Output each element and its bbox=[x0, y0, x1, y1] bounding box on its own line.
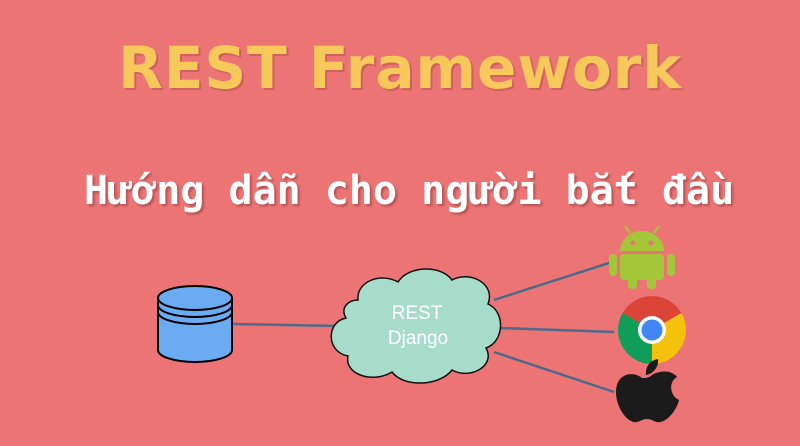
connector-database-cloud bbox=[231, 322, 339, 328]
chrome-icon bbox=[618, 296, 686, 364]
connector-cloud-android bbox=[493, 260, 613, 302]
connector-cloud-apple bbox=[493, 350, 615, 394]
diagram-canvas: REST Framework Hướng dẫn cho người bắt đ… bbox=[0, 0, 800, 446]
connector-cloud-chrome bbox=[499, 326, 615, 334]
cloud-label-rest: REST bbox=[392, 303, 443, 324]
cloud-label-django: Django bbox=[388, 328, 448, 349]
database-icon bbox=[157, 285, 233, 363]
rest-django-cloud: REST Django bbox=[330, 268, 502, 384]
architecture-diagram: REST Django bbox=[157, 225, 686, 423]
android-icon bbox=[609, 225, 675, 289]
apple-icon bbox=[616, 359, 679, 423]
